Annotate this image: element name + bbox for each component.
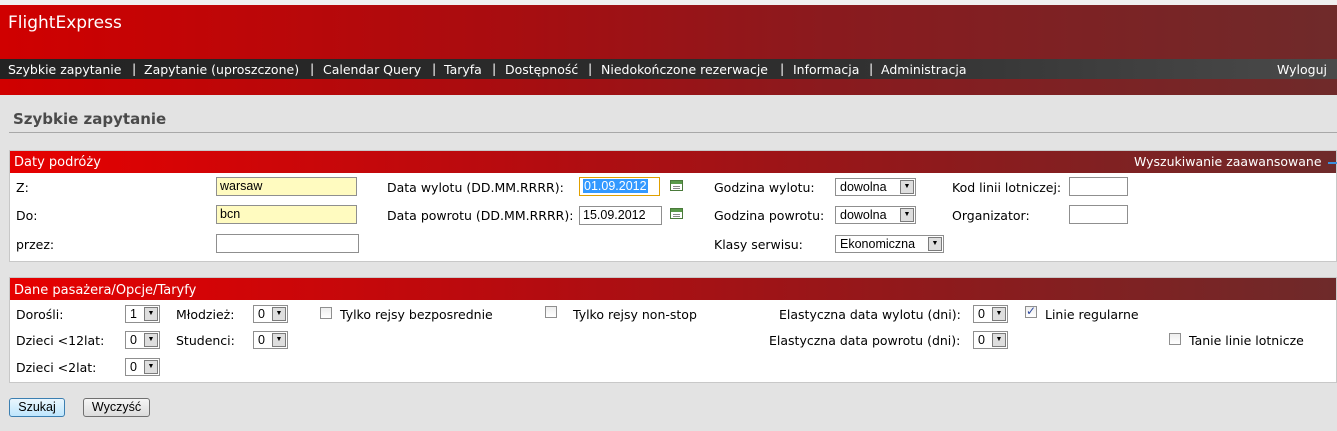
advanced-search-link[interactable]: Wyszukiwanie zaawansowane [1134,154,1322,169]
flex-return-select[interactable]: 0 ▼ [973,331,1008,349]
organizer-label: Organizator: [952,208,1030,223]
return-time-value: dowolna [840,208,887,222]
nav-separator: | [310,61,315,76]
nonstop-only-checkbox[interactable] [545,306,557,318]
infants-value: 0 [130,360,137,374]
direct-only-label: Tylko rejsy bezposrednie [340,307,493,322]
nav-szybkie-zapytanie[interactable]: Szybkie zapytanie [8,62,121,77]
infants-select[interactable]: 0 ▼ [125,358,160,376]
children-select[interactable]: 0 ▼ [125,331,160,349]
nav-separator: | [869,61,874,76]
airline-code-label: Kod linii lotniczej: [952,180,1062,195]
organizer-field[interactable] [1069,205,1128,224]
flex-depart-label: Elastyczna data wylotu (dni): [779,307,961,322]
search-button[interactable]: Szukaj [9,398,65,417]
passenger-panel: Dane pasażera/Opcje/Taryfy [9,277,1337,383]
students-select[interactable]: 0 ▼ [253,331,288,349]
depart-date-field[interactable]: 01.09.2012 [579,177,660,196]
chevron-down-icon: ▼ [928,237,942,251]
regular-lines-checkbox[interactable] [1025,304,1037,318]
nav-zapytanie-uproszczone[interactable]: Zapytanie (uproszczone) [144,62,299,77]
class-value: Ekonomiczna [840,237,916,251]
app-header [0,0,1337,95]
via-label: przez: [16,237,55,252]
nav-calendar-query[interactable]: Calendar Query [323,62,421,77]
regular-lines-label: Linie regularne [1045,307,1139,322]
youth-value: 0 [258,307,265,321]
airline-code-field[interactable] [1069,177,1128,196]
chevron-down-icon: ▼ [992,307,1006,321]
nav-niedokonczone-rezerwacje[interactable]: Niedokończone rezerwacje [601,62,768,77]
return-time-select[interactable]: dowolna ▼ [835,206,916,224]
return-time-label: Godzina powrotu: [714,208,825,223]
nav-separator: | [132,61,137,76]
lowcost-label: Tanie linie lotnicze [1189,333,1304,348]
advanced-toggle-icon[interactable] [1328,162,1337,164]
passenger-header [10,278,1336,300]
title-divider [9,132,1337,133]
nav-administracja[interactable]: Administracja [881,62,967,77]
nav-separator: | [432,61,437,76]
students-value: 0 [258,333,265,347]
chevron-down-icon: ▼ [144,307,158,321]
nav-separator: | [492,61,497,76]
depart-date-value: 01.09.2012 [583,179,648,193]
from-label: Z: [16,180,29,195]
via-field[interactable] [216,234,359,253]
calendar-icon[interactable] [670,208,683,219]
flex-return-label: Elastyczna data powrotu (dni): [769,333,961,348]
depart-date-label: Data wylotu (DD.MM.RRRR): [387,180,564,195]
adults-select[interactable]: 1 ▼ [125,305,160,323]
nav-separator: | [780,61,785,76]
page-title: Szybkie zapytanie [13,110,167,128]
logout-link[interactable]: Wyloguj [1277,62,1327,77]
top-border [0,0,1337,5]
direct-only-checkbox[interactable] [320,307,332,319]
chevron-down-icon: ▼ [144,360,158,374]
flex-depart-value: 0 [978,307,985,321]
youth-select[interactable]: 0 ▼ [253,305,288,323]
depart-time-label: Godzina wylotu: [714,180,815,195]
travel-dates-panel: Daty podróży Wyszukiwanie zaawansowane [9,150,1337,262]
to-label: Do: [16,208,38,223]
children-value: 0 [130,333,137,347]
class-select[interactable]: Ekonomiczna ▼ [835,235,944,253]
youth-label: Młodzież: [176,307,235,322]
chevron-down-icon: ▼ [900,208,914,222]
flex-depart-select[interactable]: 0 ▼ [973,305,1008,323]
return-date-label: Data powrotu (DD.MM.RRRR): [387,208,574,223]
infants-label: Dzieci <2lat: [16,360,97,375]
lowcost-checkbox[interactable] [1169,333,1181,345]
nav-separator: | [588,61,593,76]
chevron-down-icon: ▼ [272,307,286,321]
to-field[interactable]: bcn [216,205,357,224]
students-label: Studenci: [176,333,235,348]
chevron-down-icon: ▼ [992,333,1006,347]
adults-label: Dorośli: [16,307,64,322]
chevron-down-icon: ▼ [144,333,158,347]
class-label: Klasy serwisu: [714,237,803,252]
travel-dates-title: Daty podróży [14,155,101,170]
chevron-down-icon: ▼ [272,333,286,347]
nav-dostepnosc[interactable]: Dostępność [505,62,578,77]
chevron-down-icon: ▼ [900,180,914,194]
nav-informacja[interactable]: Informacja [793,62,859,77]
app-title: FlightExpress [8,13,122,33]
flex-return-value: 0 [978,333,985,347]
depart-time-select[interactable]: dowolna ▼ [835,178,916,196]
depart-time-value: dowolna [840,180,887,194]
return-date-field[interactable]: 15.09.2012 [579,206,662,225]
adults-value: 1 [130,307,137,321]
children-label: Dzieci <12lat: [16,333,105,348]
clear-button[interactable]: Wyczyść [83,398,150,417]
nonstop-only-label: Tylko rejsy non-stop [573,307,697,322]
calendar-icon[interactable] [670,180,683,191]
passenger-title: Dane pasażera/Opcje/Taryfy [14,283,197,298]
nav-taryfa[interactable]: Taryfa [444,62,482,77]
from-field[interactable]: warsaw [216,177,357,196]
